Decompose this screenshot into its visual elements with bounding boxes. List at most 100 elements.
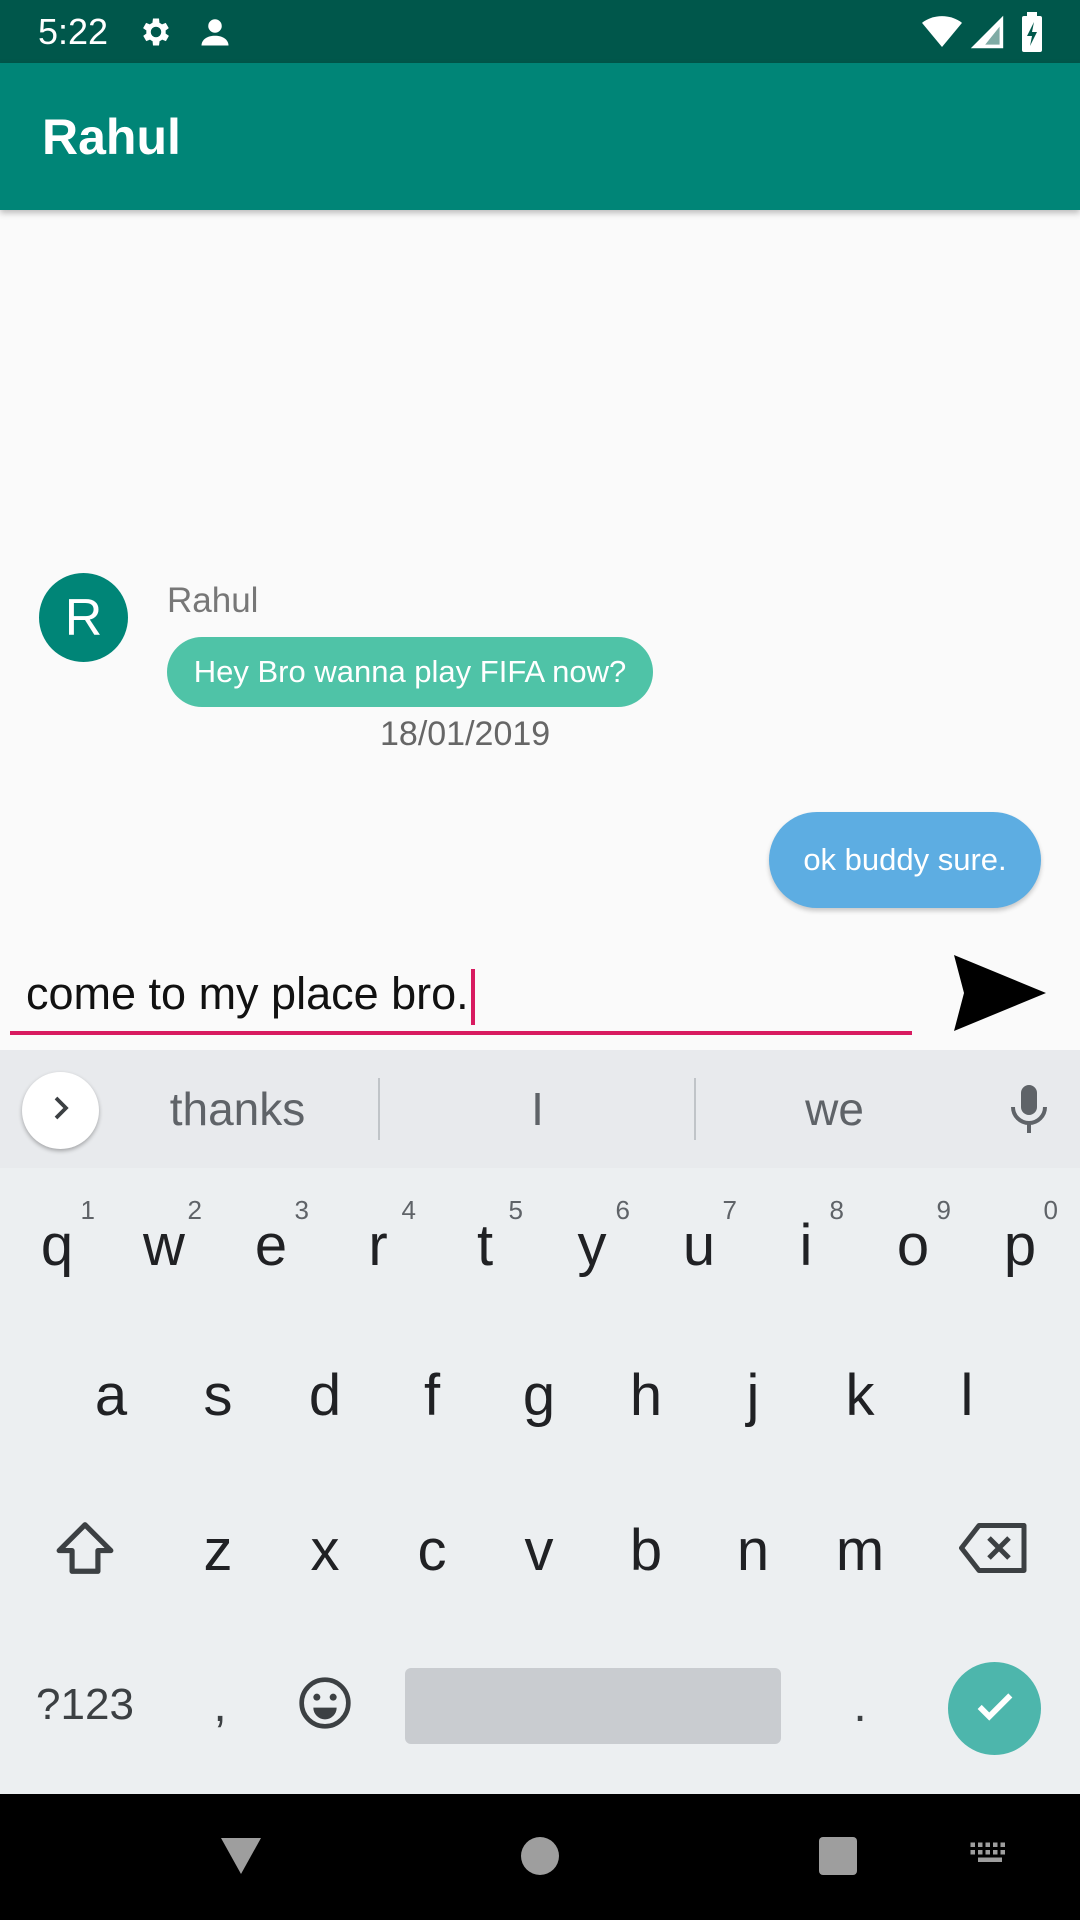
account-icon: [195, 12, 235, 52]
text-cursor: [470, 969, 475, 1026]
page-title: Rahul: [42, 109, 181, 165]
key-x[interactable]: x: [275, 1490, 375, 1610]
message-date: 18/01/2019: [380, 715, 551, 753]
incoming-message-bubble: Hey Bro wanna play FIFA now?: [167, 637, 653, 707]
key-hint: 3: [294, 1195, 309, 1225]
send-icon: [952, 953, 1048, 1038]
key-e[interactable]: e3: [221, 1185, 321, 1305]
key-label: k: [845, 1362, 875, 1428]
suggestion-3[interactable]: we: [722, 1050, 947, 1168]
suggestion-strip: thanks I we: [0, 1050, 1080, 1168]
key-h[interactable]: h: [596, 1335, 696, 1455]
backspace-key[interactable]: [944, 1490, 1044, 1610]
wifi-icon: [922, 12, 962, 52]
key-z[interactable]: z: [168, 1490, 268, 1610]
key-v[interactable]: v: [489, 1490, 589, 1610]
key-r[interactable]: r4: [328, 1185, 428, 1305]
key-label: i: [799, 1212, 813, 1278]
key-f[interactable]: f: [382, 1335, 482, 1455]
expand-suggestions-button[interactable]: [22, 1072, 99, 1149]
key-label: u: [682, 1212, 716, 1278]
key-label: y: [577, 1212, 607, 1278]
keyboard-icon: [969, 1841, 1011, 1876]
emoji-icon: [297, 1675, 353, 1736]
key-label: m: [835, 1517, 885, 1583]
key-o[interactable]: o9: [863, 1185, 963, 1305]
key-label: d: [308, 1362, 342, 1428]
shift-key[interactable]: [35, 1490, 135, 1610]
key-s[interactable]: s: [168, 1335, 268, 1455]
key-q[interactable]: q1: [7, 1185, 107, 1305]
suggestion-2[interactable]: I: [425, 1050, 650, 1168]
key-hint: 9: [936, 1195, 951, 1225]
key-label: b: [629, 1517, 663, 1583]
keyboard-switcher-button[interactable]: [962, 1830, 1018, 1886]
suggestion-divider: [378, 1078, 380, 1140]
key-t[interactable]: t5: [435, 1185, 535, 1305]
space-bar[interactable]: [405, 1668, 781, 1744]
key-label: z: [203, 1517, 233, 1583]
key-label: v: [524, 1517, 554, 1583]
key-l[interactable]: l: [917, 1335, 1017, 1455]
shift-icon: [54, 1519, 116, 1582]
recents-button[interactable]: [810, 1830, 866, 1886]
key-label: c: [417, 1517, 447, 1583]
key-w[interactable]: w2: [114, 1185, 214, 1305]
send-button[interactable]: [950, 950, 1050, 1040]
outgoing-message-text: ok buddy sure.: [803, 842, 1007, 877]
key-label: w: [143, 1212, 185, 1278]
message-input[interactable]: come to my place bro.: [10, 960, 912, 1035]
enter-button[interactable]: [948, 1662, 1041, 1755]
key-g[interactable]: g: [489, 1335, 589, 1455]
key-label: q: [40, 1212, 74, 1278]
microphone-button[interactable]: [1004, 1084, 1054, 1136]
comma-key[interactable]: ,: [170, 1650, 270, 1760]
checkmark-icon: [972, 1683, 1018, 1734]
suggestion-1[interactable]: thanks: [125, 1050, 350, 1168]
status-bar: 5:22: [0, 0, 1080, 63]
recents-square-icon: [818, 1836, 858, 1881]
home-button[interactable]: [512, 1830, 568, 1886]
home-circle-icon: [520, 1836, 560, 1881]
soft-keyboard: thanks I we q1 w2 e3 r4 t5 y6 u7 i8 o9 p…: [0, 1050, 1080, 1794]
key-label: f: [423, 1362, 441, 1428]
key-hint: 8: [829, 1195, 844, 1225]
key-k[interactable]: k: [810, 1335, 910, 1455]
key-label: x: [310, 1517, 340, 1583]
back-triangle-icon: [219, 1835, 263, 1882]
key-label: r: [368, 1212, 388, 1278]
period-key[interactable]: .: [810, 1650, 910, 1760]
key-b[interactable]: b: [596, 1490, 696, 1610]
key-d[interactable]: d: [275, 1335, 375, 1455]
key-label: g: [522, 1362, 556, 1428]
key-c[interactable]: c: [382, 1490, 482, 1610]
key-j[interactable]: j: [703, 1335, 803, 1455]
key-label: p: [1003, 1212, 1037, 1278]
key-m[interactable]: m: [810, 1490, 910, 1610]
avatar: R: [39, 573, 128, 662]
key-i[interactable]: i8: [756, 1185, 856, 1305]
signal-icon: [967, 12, 1007, 52]
chevron-right-icon: [46, 1093, 76, 1128]
battery-charging-icon: [1012, 12, 1052, 52]
key-n[interactable]: n: [703, 1490, 803, 1610]
incoming-message-text: Hey Bro wanna play FIFA now?: [193, 654, 627, 689]
back-button[interactable]: [213, 1830, 269, 1886]
symbols-key[interactable]: ?123: [20, 1650, 150, 1760]
key-hint: 7: [722, 1195, 737, 1225]
navigation-bar: [0, 1794, 1080, 1920]
key-y[interactable]: y6: [542, 1185, 642, 1305]
key-hint: 0: [1043, 1195, 1058, 1225]
emoji-key[interactable]: [275, 1650, 375, 1760]
avatar-letter: R: [64, 588, 103, 647]
key-a[interactable]: a: [61, 1335, 161, 1455]
key-label: a: [94, 1362, 128, 1428]
key-hint: 4: [401, 1195, 416, 1225]
sender-name: Rahul: [167, 581, 259, 620]
status-time: 5:22: [38, 11, 109, 52]
key-u[interactable]: u7: [649, 1185, 749, 1305]
key-hint: 2: [187, 1195, 202, 1225]
key-p[interactable]: p0: [970, 1185, 1070, 1305]
settings-icon: [136, 12, 176, 52]
key-label: h: [629, 1362, 663, 1428]
